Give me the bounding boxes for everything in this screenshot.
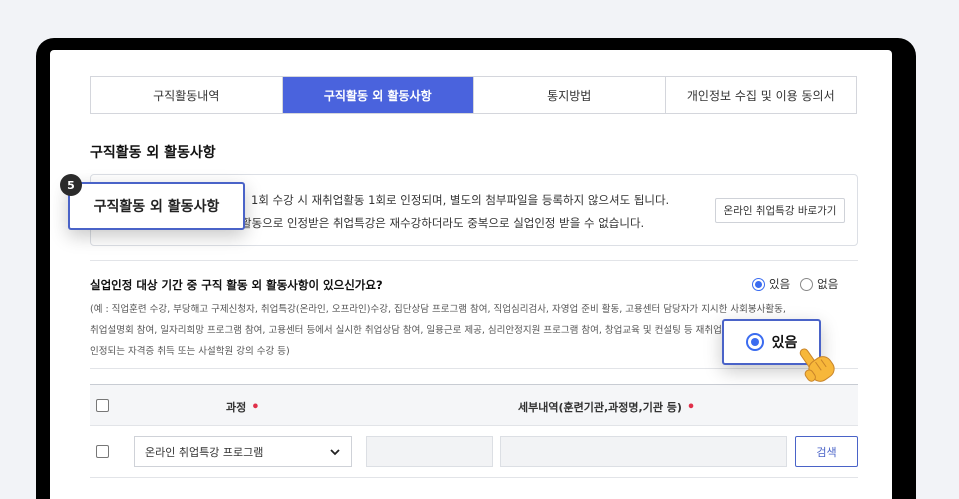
info-text-line2: 활동으로 인정받은 취업특강은 재수강하더라도 중복으로 실업인정 받을 수 없… [241,216,645,230]
details-field[interactable] [500,436,787,467]
course-select[interactable]: 온라인 취업특강 프로그램 [134,436,352,467]
search-button[interactable]: 검색 [795,436,858,467]
section-title: 구직활동 외 활동사항 [90,145,216,161]
example-text-line1: (예 : 직업훈련 수강, 부당해고 구제신청자, 취업특강(온라인, 오프라인… [90,304,786,315]
table-row: 온라인 취업특강 프로그램 검색 [90,426,858,478]
tab-notification-method[interactable]: 통지방법 [474,77,666,113]
pointing-hand-icon [799,348,835,382]
radio-yes-label[interactable]: 있음 [769,276,790,292]
tab-bar: 구직활동내역 구직활동 외 활동사항 통지방법 개인정보 수집 및 이용 동의서 [90,76,857,114]
info-text-line1: 1회 수강 시 재취업활동 1회로 인정되며, 별도의 첨부파일을 등록하지 않… [251,193,670,207]
required-mark: • [686,400,696,415]
institution-field[interactable] [366,436,493,467]
table-header: 과정 • 세부내역(훈련기관,과정명,기관 등) • [90,384,858,426]
radio-no[interactable] [800,277,814,291]
radio-selected-icon [745,333,764,351]
divider [90,368,858,369]
column-header-course: 과정 • [226,400,260,415]
required-mark: • [251,400,260,415]
row-checkbox[interactable] [96,445,109,458]
divider [90,260,858,261]
tab-job-search-history[interactable]: 구직활동내역 [91,77,283,113]
step-badge: 5 [60,174,82,196]
app-screen: 구직활동내역 구직활동 외 활동사항 통지방법 개인정보 수집 및 이용 동의서… [50,50,892,499]
question-text: 실업인정 대상 기간 중 구직 활동 외 활동사항이 있으신가요? [90,278,383,292]
select-all-checkbox[interactable] [96,399,109,412]
chevron-down-icon [330,449,340,456]
yes-no-radio-group: 있음 없음 [752,276,848,292]
radio-no-label[interactable]: 없음 [817,276,838,292]
column-header-details: 세부내역(훈련기관,과정명,기관 등) • [518,400,696,415]
online-lecture-link-button[interactable]: 온라인 취업특강 바로가기 [715,198,845,223]
yes-callout-label: 있음 [771,335,798,351]
radio-yes[interactable] [752,277,765,291]
course-select-value: 온라인 취업특강 프로그램 [145,445,264,459]
tab-non-job-search-activities[interactable]: 구직활동 외 활동사항 [282,77,474,113]
step-callout-label: 구직활동 외 활동사항 [68,182,245,230]
tab-privacy-consent[interactable]: 개인정보 수집 및 이용 동의서 [665,77,856,113]
